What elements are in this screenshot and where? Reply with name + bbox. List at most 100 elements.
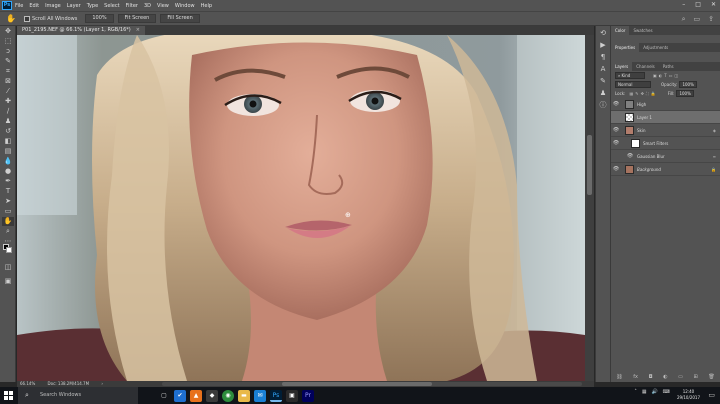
clock[interactable]: 12:40 29/10/2017	[677, 389, 700, 401]
hand-icon[interactable]: ✋	[6, 14, 16, 23]
tab-properties[interactable]: Properties	[611, 43, 640, 52]
clone-stamp-tool-icon[interactable]: ♟	[2, 117, 14, 126]
menu-filter[interactable]: Filter	[126, 3, 138, 9]
close-tab-icon[interactable]: ×	[136, 27, 140, 33]
document-canvas[interactable]: ⊕	[17, 35, 585, 381]
photoshop-taskbar-icon[interactable]: Ps	[270, 389, 282, 402]
eraser-tool-icon[interactable]: ◧	[2, 137, 14, 146]
dodge-tool-icon[interactable]: ●	[2, 167, 14, 176]
blend-mode-select[interactable]: Normal	[615, 81, 651, 88]
keyboard-icon[interactable]: ⌨	[663, 389, 670, 395]
vertical-scroll-thumb[interactable]	[587, 135, 592, 195]
opacity-field[interactable]: 100%	[679, 81, 698, 88]
folder-icon[interactable]: ▭	[678, 374, 683, 380]
taskbar-search[interactable]: ⌕ Search Windows	[18, 387, 138, 404]
filter-options-icon[interactable]: ≡	[713, 154, 716, 159]
move-tool-icon[interactable]: ✥	[2, 27, 14, 36]
vertical-scrollbar[interactable]	[585, 35, 594, 381]
tray-chevron-icon[interactable]: ˄	[634, 389, 637, 395]
filter-row[interactable]: 👁 Gaussian Blur ≡	[611, 150, 720, 163]
eye-icon[interactable]: 👁	[625, 153, 635, 159]
trash-icon[interactable]: 🗑	[708, 374, 714, 380]
volume-icon[interactable]: 🔊	[652, 389, 658, 395]
eye-icon[interactable]: 👁	[611, 127, 621, 133]
hand-tool-icon[interactable]: ✋	[2, 217, 14, 226]
search-icon[interactable]: ⌕	[682, 15, 686, 24]
clone-source-icon[interactable]: ♟	[598, 89, 608, 98]
link-icon[interactable]: ⛓	[616, 374, 622, 380]
premiere-taskbar-icon[interactable]: Pr	[302, 389, 314, 402]
chrome-icon[interactable]: ◉	[222, 389, 234, 402]
character-icon[interactable]: A	[598, 65, 608, 74]
share-icon[interactable]: ⇪	[708, 15, 714, 24]
horizontal-scroll-thumb[interactable]	[282, 382, 432, 386]
fx-icon[interactable]: fx	[633, 374, 638, 380]
paragraph-icon[interactable]: ¶	[598, 53, 608, 62]
kind-filter-select[interactable]: ⌕ Kind	[615, 72, 645, 79]
menu-select[interactable]: Select	[104, 3, 119, 9]
background-color-swatch[interactable]	[6, 247, 12, 253]
healing-brush-tool-icon[interactable]: ✚	[2, 97, 14, 106]
filter-icons[interactable]: ▣◐T▭◫	[653, 73, 680, 78]
adjustment-icon[interactable]: ◐	[663, 374, 667, 380]
lasso-tool-icon[interactable]: ↄ	[2, 47, 14, 56]
brush-settings-icon[interactable]: ✎	[598, 77, 608, 86]
vlc-icon[interactable]: ▲	[190, 389, 202, 402]
layer-row[interactable]: 👁 High	[611, 98, 720, 111]
path-selection-tool-icon[interactable]: ➤	[2, 197, 14, 206]
layer-row[interactable]: Layer 1	[611, 111, 720, 124]
history-icon[interactable]: ⟲	[598, 29, 608, 38]
tab-color[interactable]: Color	[611, 26, 630, 35]
workspace-icon[interactable]: ▭	[694, 15, 701, 24]
layer-row[interactable]: 👁 Skin ◈	[611, 124, 720, 137]
tab-paths[interactable]: Paths	[659, 62, 678, 71]
menu-edit[interactable]: Edit	[29, 3, 39, 9]
zoom-tool-icon[interactable]: ⌕	[2, 227, 14, 236]
eyedropper-tool-icon[interactable]: ⁄	[2, 87, 14, 96]
fit-screen-button[interactable]: Fit Screen	[117, 14, 157, 23]
minimize-button[interactable]: –	[682, 1, 685, 8]
mask-icon[interactable]: ◘	[649, 374, 653, 380]
app-icon[interactable]: ▣	[286, 389, 298, 402]
zoom-100-button[interactable]: 100%	[85, 14, 114, 23]
file-explorer-icon[interactable]: ▬	[238, 389, 250, 402]
filter-mask-thumbnail[interactable]	[631, 138, 640, 148]
crop-tool-icon[interactable]: ⌗	[2, 67, 14, 76]
lock-icons[interactable]: ▦✎✥⛶🔒	[629, 91, 657, 96]
history-brush-tool-icon[interactable]: ↺	[2, 127, 14, 136]
menu-view[interactable]: View	[157, 3, 169, 9]
photoshop-logo-icon[interactable]: Ps	[2, 1, 12, 10]
todo-app-icon[interactable]: ✔	[174, 389, 186, 402]
menu-help[interactable]: Help	[201, 3, 212, 9]
menu-type[interactable]: Type	[87, 3, 98, 9]
brush-tool-icon[interactable]: ∕	[2, 107, 14, 116]
network-icon[interactable]: ▦	[642, 389, 647, 395]
close-button[interactable]: ✕	[711, 1, 716, 8]
maximize-button[interactable]: □	[695, 1, 701, 8]
smart-filters-row[interactable]: 👁 Smart Filters	[611, 137, 720, 150]
menu-window[interactable]: Window	[175, 3, 195, 9]
tab-swatches[interactable]: Swatches	[629, 26, 656, 35]
screen-mode-icon[interactable]: ▣	[2, 277, 14, 286]
tab-channels[interactable]: Channels	[632, 62, 659, 71]
fill-screen-button[interactable]: Fill Screen	[160, 14, 200, 23]
eye-icon[interactable]: 👁	[611, 101, 621, 107]
info-icon[interactable]: ⓘ	[598, 101, 608, 110]
frame-tool-icon[interactable]: ⊠	[2, 77, 14, 86]
scroll-all-windows-checkbox[interactable]	[23, 15, 30, 22]
quick-mask-icon[interactable]: ◫	[2, 263, 14, 272]
fill-field[interactable]: 100%	[676, 90, 695, 97]
pen-tool-icon[interactable]: ✒	[2, 177, 14, 186]
actions-icon[interactable]: ▶	[598, 41, 608, 50]
eye-icon[interactable]: 👁	[611, 166, 621, 172]
gradient-tool-icon[interactable]: ▤	[2, 147, 14, 156]
blur-tool-icon[interactable]: 💧	[2, 157, 14, 166]
new-layer-icon[interactable]: ⊞	[694, 374, 698, 380]
eye-icon[interactable]: 👁	[611, 140, 621, 146]
tab-adjustments[interactable]: Adjustments	[639, 43, 672, 52]
shape-tool-icon[interactable]: ▭	[2, 207, 14, 216]
notifications-icon[interactable]: ▭	[708, 391, 715, 399]
status-zoom[interactable]: 66.14%	[20, 381, 35, 386]
status-arrow-icon[interactable]: ›	[101, 381, 103, 386]
quick-select-tool-icon[interactable]: ✎	[2, 57, 14, 66]
